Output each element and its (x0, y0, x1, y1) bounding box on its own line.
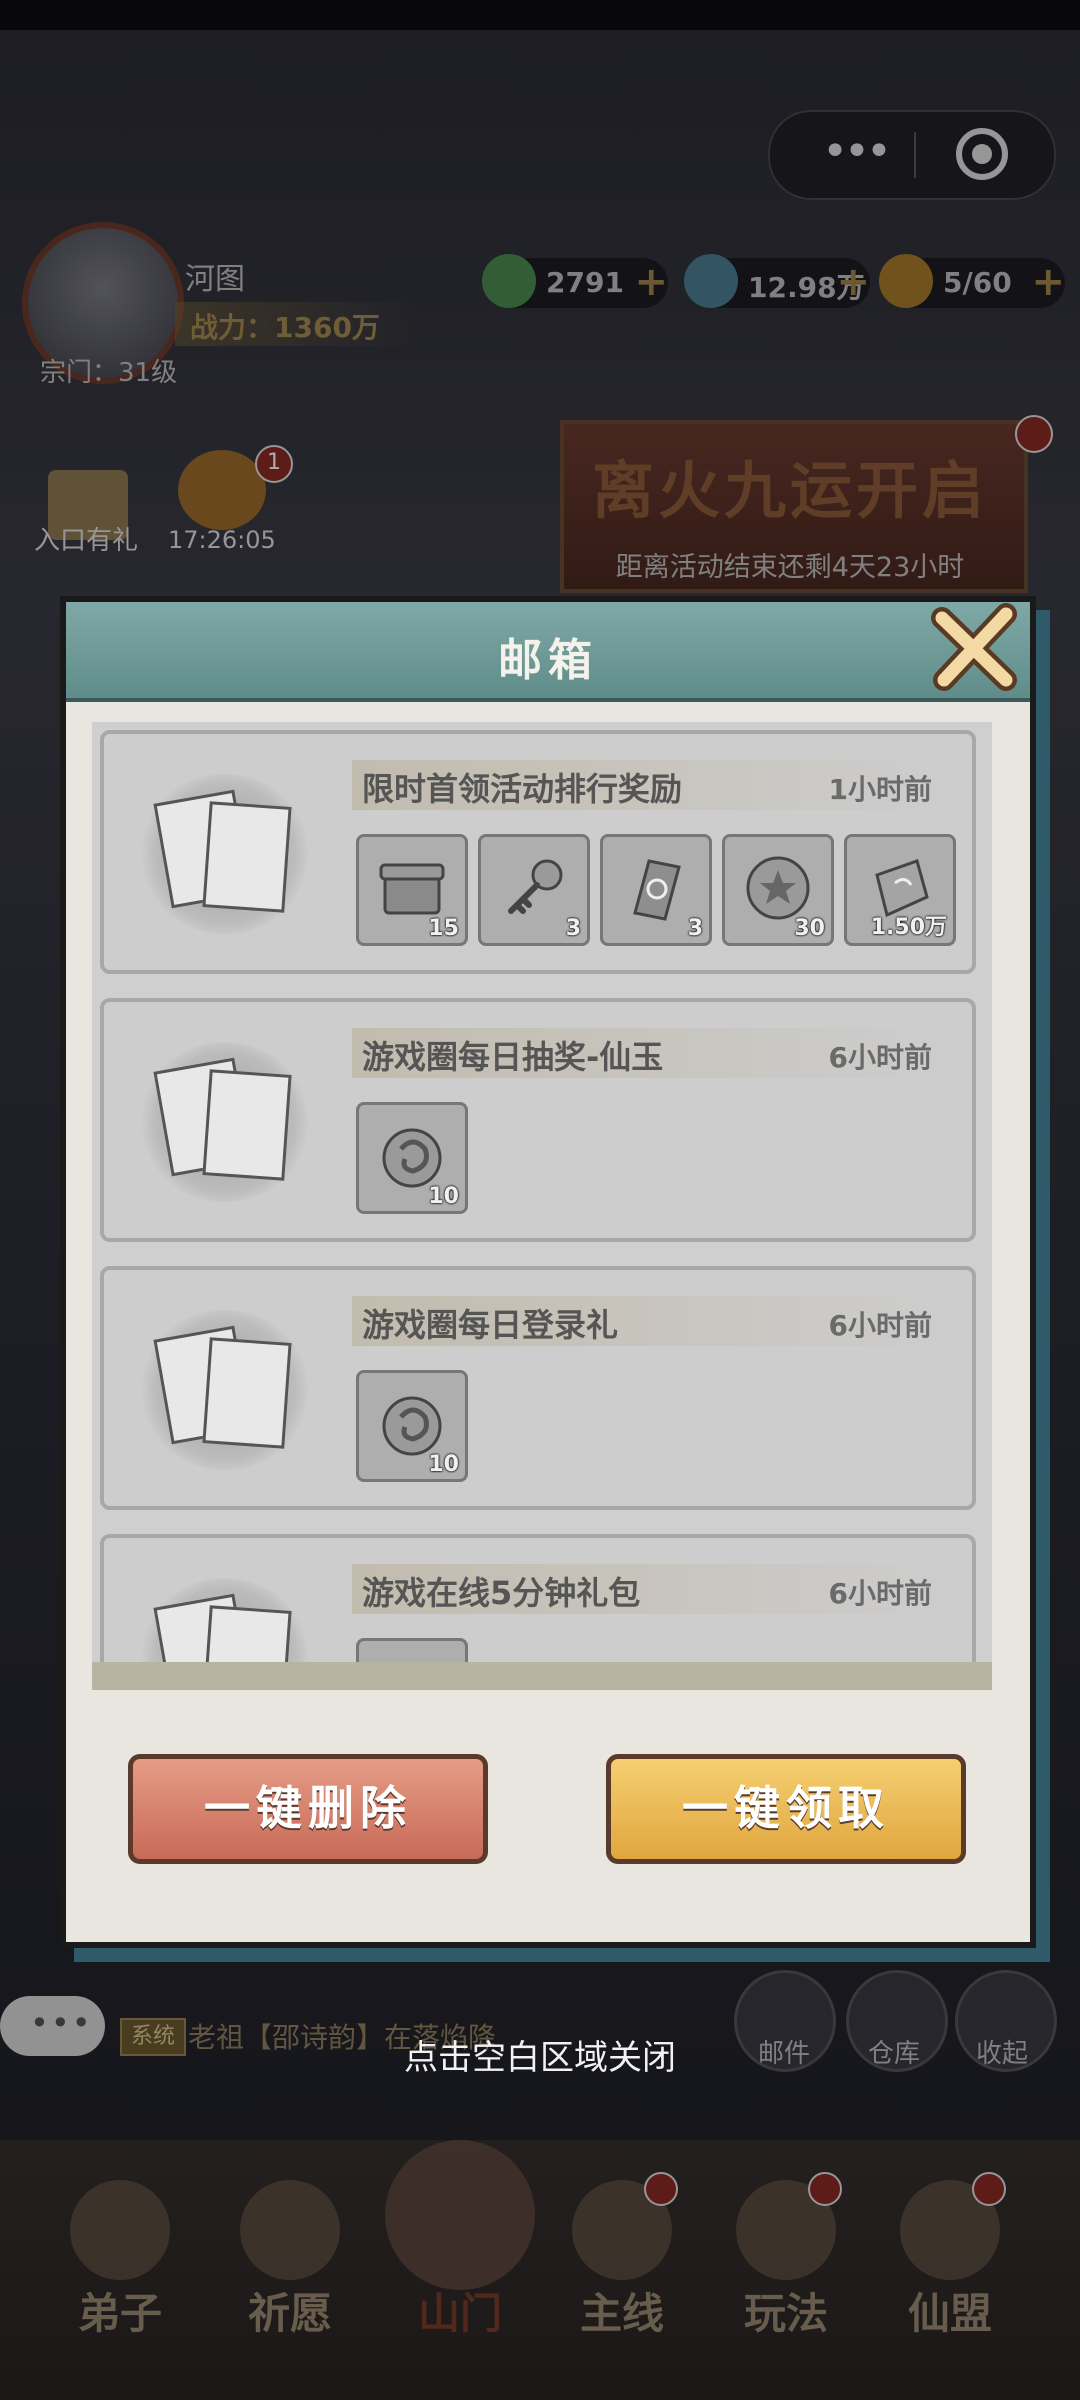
mail-item[interactable]: 游戏圈每日抽奖-仙玉 6小时前 10 (100, 998, 976, 1242)
close-hint: 点击空白区域关闭 (404, 2038, 676, 2078)
dialog-title: 邮箱 (498, 635, 598, 686)
mailbox-dialog: 邮箱 限时首领活动排行奖励 1小时前 15 3 3 30 1.50万 游戏圈每日… (60, 596, 1036, 1948)
mail-title: 游戏圈每日登录礼 (362, 1306, 619, 1344)
mail-item[interactable]: 游戏在线5分钟礼包 6小时前 (100, 1534, 976, 1662)
close-icon[interactable] (926, 600, 1022, 696)
mail-time: 6小时前 (828, 1309, 932, 1342)
key-icon[interactable]: 3 (478, 834, 590, 946)
mail-time: 1小时前 (828, 773, 932, 806)
item-quantity: 10 (428, 1452, 459, 1477)
talisman-icon[interactable]: 3 (600, 834, 712, 946)
star-coin-icon[interactable]: 30 (722, 834, 834, 946)
mail-title: 游戏圈每日抽奖-仙玉 (362, 1038, 664, 1076)
crystal-icon[interactable]: 1.50万 (844, 834, 956, 946)
mail-item[interactable]: 游戏圈每日登录礼 6小时前 10 (100, 1266, 976, 1510)
letter-icon (140, 1578, 310, 1662)
claim-all-button[interactable]: 一键领取 (606, 1754, 966, 1864)
item-quantity: 3 (565, 916, 581, 941)
mail-item[interactable]: 限时首领活动排行奖励 1小时前 15 3 3 30 1.50万 (100, 730, 976, 974)
mail-time: 6小时前 (828, 1041, 932, 1074)
item-quantity: 3 (687, 916, 703, 941)
delete-all-button[interactable]: 一键删除 (128, 1754, 488, 1864)
item-quantity: 30 (794, 916, 825, 941)
mail-time: 6小时前 (828, 1577, 932, 1610)
item-quantity: 1.50万 (870, 915, 947, 940)
item-quantity: 10 (428, 1184, 459, 1209)
dragon-jade-icon[interactable]: 10 (356, 1102, 468, 1214)
dragon-jade-icon[interactable]: 10 (356, 1370, 468, 1482)
mail-title: 游戏在线5分钟礼包 (362, 1574, 641, 1612)
mail-title: 限时首领活动排行奖励 (362, 770, 683, 808)
letter-icon (140, 774, 310, 934)
letter-icon (140, 1310, 310, 1470)
chest-icon[interactable]: 15 (356, 834, 468, 946)
item-quantity: 15 (428, 916, 459, 941)
dragon-jade-icon[interactable] (356, 1638, 468, 1662)
mail-list[interactable]: 限时首领活动排行奖励 1小时前 15 3 3 30 1.50万 游戏圈每日抽奖-… (92, 722, 992, 1690)
letter-icon (140, 1042, 310, 1202)
